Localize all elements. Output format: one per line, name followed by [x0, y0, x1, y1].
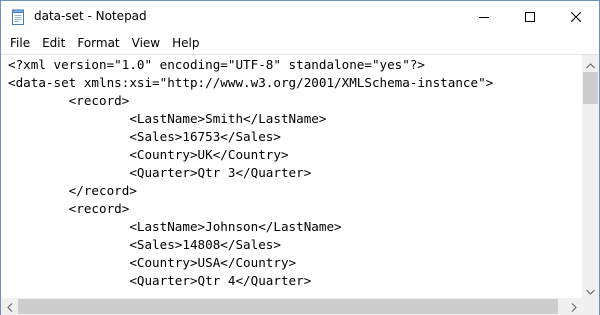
scroll-left-arrow-icon: [6, 297, 13, 315]
minimize-button[interactable]: [461, 1, 507, 32]
editor-line: <Sales>16753</Sales>: [8, 129, 281, 144]
scroll-up-arrow-icon: [586, 54, 595, 73]
editor-line: </record>: [8, 183, 137, 198]
editor-line: <Sales>14808</Sales>: [8, 237, 281, 252]
editor-line: <record>: [8, 201, 130, 216]
notepad-window: data-set - Notepad File Edit Format View…: [0, 0, 600, 315]
menu-edit[interactable]: Edit: [36, 33, 71, 53]
scroll-up-button[interactable]: [582, 55, 599, 72]
editor-line: <Country>UK</Country>: [8, 147, 289, 162]
maximize-button[interactable]: [507, 1, 553, 32]
menu-format[interactable]: Format: [71, 33, 125, 53]
notepad-icon[interactable]: [10, 9, 26, 25]
maximize-icon: [525, 7, 535, 26]
close-icon: [570, 7, 582, 26]
editor-line: <?xml version="1.0" encoding="UTF-8" sta…: [8, 57, 426, 72]
scrollbar-corner: [582, 298, 599, 315]
scroll-down-arrow-icon: [586, 280, 595, 299]
editor-line: <Quarter>Qtr 4</Quarter>: [8, 273, 312, 288]
menu-help[interactable]: Help: [166, 33, 205, 53]
window-title: data-set - Notepad: [34, 9, 147, 23]
editor-line: <data-set xmlns:xsi="http://www.w3.org/2…: [8, 75, 494, 90]
scroll-right-arrow-icon: [571, 297, 577, 315]
horizontal-scroll-thumb[interactable]: [18, 299, 558, 314]
minimize-icon: [479, 7, 489, 26]
editor-line: <Quarter>Qtr 3</Quarter>: [8, 165, 312, 180]
vertical-scroll-thumb[interactable]: [583, 72, 598, 104]
editor-line: <Country>USA</Country>: [8, 255, 297, 270]
close-button[interactable]: [553, 1, 599, 32]
title-bar[interactable]: data-set - Notepad: [1, 1, 599, 32]
vertical-scrollbar[interactable]: [582, 54, 599, 298]
scroll-left-button[interactable]: [1, 298, 18, 315]
scroll-down-button[interactable]: [582, 281, 599, 298]
menu-bar: File Edit Format View Help: [1, 32, 599, 54]
menu-view[interactable]: View: [126, 33, 166, 53]
menu-file[interactable]: File: [4, 33, 36, 53]
editor-line: <LastName>Johnson</LastName>: [8, 219, 342, 234]
horizontal-scrollbar[interactable]: [1, 298, 582, 315]
text-editor[interactable]: <?xml version="1.0" encoding="UTF-8" sta…: [1, 54, 582, 298]
editor-line: <record>: [8, 93, 130, 108]
scroll-right-button[interactable]: [565, 298, 582, 315]
editor-line: <LastName>Smith</LastName>: [8, 111, 327, 126]
